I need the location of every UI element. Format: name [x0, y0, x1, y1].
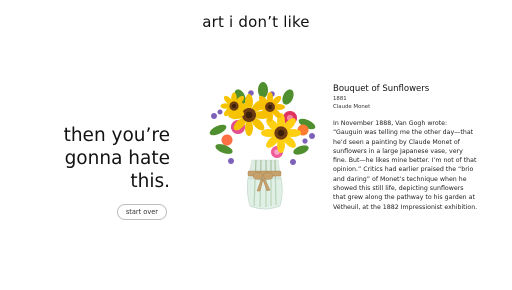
artwork-info-panel: Bouquet of Sunflowers 1881 Claude Monet … [333, 84, 478, 212]
artwork-image [204, 82, 322, 212]
artwork-artist: Claude Monet [333, 103, 371, 110]
artwork-year: 1881 [333, 96, 347, 102]
artwork-description: In November 1888, Van Gogh wrote: “Gaugu… [333, 120, 478, 211]
page: art i don’t like then you’re gonna hate … [0, 0, 512, 290]
result-headline: then you’re gonna hate this. [63, 125, 170, 192]
site-title[interactable]: art i don’t like [0, 13, 512, 31]
result-message-panel: then you’re gonna hate this. start over [40, 124, 170, 220]
start-over-button[interactable]: start over [116, 204, 167, 220]
artwork-title: Bouquet of Sunflowers [333, 84, 430, 94]
